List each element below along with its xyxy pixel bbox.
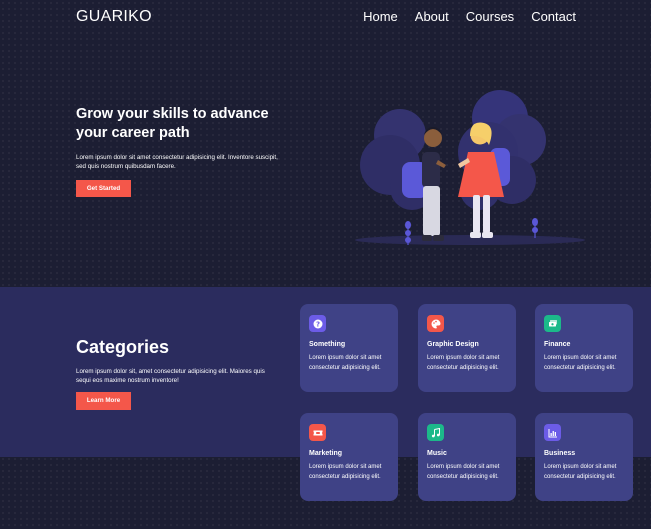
- card-title: Marketing: [309, 450, 343, 457]
- chart-icon: [544, 424, 561, 441]
- card-description: Lorem ipsum dolor sit amet consectetur a…: [427, 355, 500, 371]
- categories-description: Lorem ipsum dolor sit, amet consectetur …: [76, 368, 265, 384]
- get-started-button[interactable]: Get Started: [76, 180, 131, 197]
- category-card-graphic-design[interactable]: Graphic Design Lorem ipsum dolor sit ame…: [418, 304, 516, 392]
- nav-link-about[interactable]: About: [415, 9, 449, 24]
- palette-icon: [427, 315, 444, 332]
- question-icon: ?: [309, 315, 326, 332]
- card-title: Music: [427, 450, 447, 457]
- nav-link-courses[interactable]: Courses: [466, 9, 514, 24]
- card-title: Something: [309, 341, 346, 348]
- category-card-music[interactable]: Music Lorem ipsum dolor sit amet consect…: [418, 413, 516, 501]
- logo[interactable]: GUARIKO: [76, 8, 152, 26]
- music-icon: [427, 424, 444, 441]
- category-card-marketing[interactable]: Marketing Lorem ipsum dolor sit amet con…: [300, 413, 398, 501]
- svg-text:?: ?: [315, 320, 319, 328]
- card-description: Lorem ipsum dolor sit amet consectetur a…: [309, 355, 382, 371]
- categories-title: Categories: [76, 337, 170, 357]
- card-description: Lorem ipsum dolor sit amet consectetur a…: [544, 464, 617, 480]
- background-foliage: [360, 90, 546, 210]
- card-description: Lorem ipsum dolor sit amet consectetur a…: [427, 464, 500, 480]
- card-description: Lorem ipsum dolor sit amet consectetur a…: [544, 355, 617, 371]
- small-plant-left: [405, 221, 411, 245]
- hero-description: Lorem ipsum dolor sit amet consectetur a…: [76, 154, 278, 170]
- card-description: Lorem ipsum dolor sit amet consectetur a…: [309, 464, 382, 480]
- small-plant-right: [532, 218, 538, 238]
- nav-link-contact[interactable]: Contact: [531, 9, 576, 24]
- card-title: Finance: [544, 341, 571, 348]
- nav-link-home[interactable]: Home: [363, 9, 398, 24]
- card-title: Graphic Design: [427, 341, 479, 348]
- learn-more-button[interactable]: Learn More: [76, 392, 131, 410]
- category-card-business[interactable]: Business Lorem ipsum dolor sit amet cons…: [535, 413, 633, 501]
- navbar: GUARIKO Home About Courses Contact: [0, 0, 651, 34]
- category-card-something[interactable]: ? Something Lorem ipsum dolor sit amet c…: [300, 304, 398, 392]
- card-title: Business: [544, 450, 576, 457]
- ground-shadow: [355, 235, 585, 245]
- category-card-finance[interactable]: Finance Lorem ipsum dolor sit amet conse…: [535, 304, 633, 392]
- hero-title: Grow your skills to advance your career …: [76, 106, 269, 141]
- hero-illustration: [355, 90, 585, 245]
- ticket-icon: [309, 424, 326, 441]
- nav-menu: Home About Courses Contact: [363, 9, 576, 24]
- money-icon: [544, 315, 561, 332]
